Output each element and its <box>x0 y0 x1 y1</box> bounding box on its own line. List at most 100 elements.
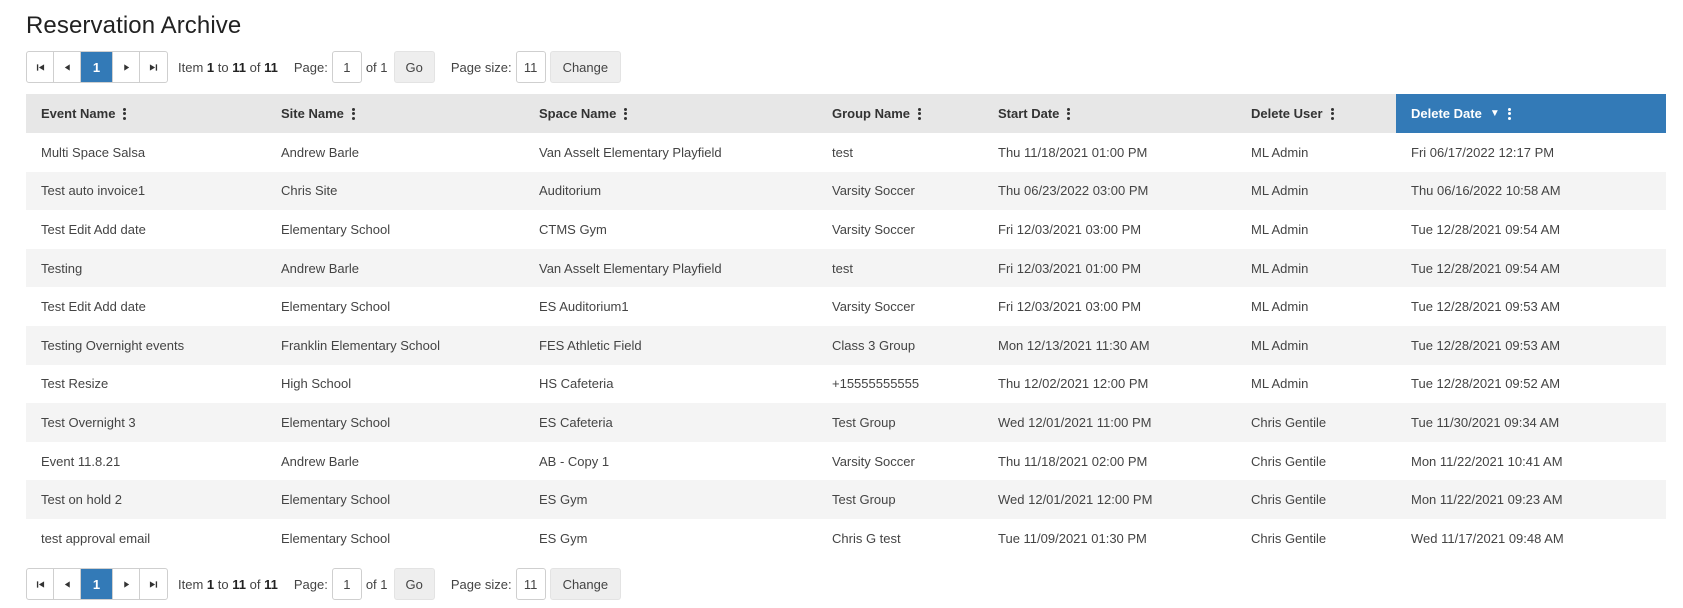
cell-delete-user: ML Admin <box>1236 287 1396 326</box>
column-header-site-name[interactable]: Site Name <box>266 94 524 133</box>
page-size-label: Page size: <box>450 59 512 75</box>
page-title: Reservation Archive <box>26 12 242 39</box>
current-page-button[interactable]: 1 <box>81 569 113 599</box>
cell-delete-date: Tue 12/28/2021 09:52 AM <box>1396 364 1666 404</box>
cell-start-date: Thu 11/18/2021 02:00 PM <box>983 441 1236 481</box>
item-range-text: Item 1 to 11 of 11 <box>178 576 278 592</box>
cell-delete-date: Mon 11/22/2021 09:23 AM <box>1396 480 1666 519</box>
table-row[interactable]: Test Edit Add date Elementary School CTM… <box>26 210 1666 249</box>
cell-space-name: Van Asselt Elementary Playfield <box>524 248 817 288</box>
cell-start-date: Thu 06/23/2022 03:00 PM <box>983 171 1236 211</box>
cell-start-date: Fri 12/03/2021 03:00 PM <box>983 210 1236 249</box>
column-menu-icon[interactable] <box>351 107 355 120</box>
last-page-button[interactable] <box>140 52 167 82</box>
last-page-icon <box>149 580 158 588</box>
cell-event-name: Test Edit Add date <box>26 210 266 249</box>
cell-site-name: Franklin Elementary School <box>266 325 524 365</box>
first-page-button[interactable] <box>27 52 54 82</box>
cell-site-name: Elementary School <box>266 518 524 558</box>
cell-delete-user: ML Admin <box>1236 133 1396 172</box>
table-row[interactable]: Test Resize High School HS Cafeteria +15… <box>26 364 1666 404</box>
page-number-input[interactable] <box>331 51 362 83</box>
cell-space-name: CTMS Gym <box>524 210 817 249</box>
column-menu-icon[interactable] <box>123 107 127 120</box>
column-menu-icon[interactable] <box>624 107 628 120</box>
page-size-input[interactable] <box>515 51 546 83</box>
previous-page-button[interactable] <box>54 52 81 82</box>
cell-event-name: Test on hold 2 <box>26 480 266 519</box>
cell-site-name: High School <box>266 364 524 404</box>
cell-event-name: Multi Space Salsa <box>26 133 266 172</box>
column-header-space-name[interactable]: Space Name <box>524 94 817 133</box>
next-page-button[interactable] <box>113 52 140 82</box>
column-header-event-name[interactable]: Event Name <box>26 94 266 133</box>
table-row[interactable]: Event 11.8.21 Andrew Barle AB - Copy 1 V… <box>26 441 1666 481</box>
cell-event-name: Test Resize <box>26 364 266 404</box>
page-count-text: of 1 <box>365 59 388 75</box>
next-page-button[interactable] <box>113 569 140 599</box>
pager-top: 1 Item 1 to 11 of 11 Page: of 1 Go Page … <box>26 51 622 83</box>
next-page-icon <box>123 63 129 71</box>
column-header-delete-user[interactable]: Delete User <box>1236 94 1396 133</box>
change-button[interactable]: Change <box>549 568 622 600</box>
cell-group-name: +15555555555 <box>817 364 983 404</box>
table-row[interactable]: test approval email Elementary School ES… <box>26 518 1666 558</box>
cell-group-name: Class 3 Group <box>817 325 983 365</box>
table-row[interactable]: Test on hold 2 Elementary School ES Gym … <box>26 480 1666 519</box>
cell-delete-user: ML Admin <box>1236 171 1396 211</box>
go-button[interactable]: Go <box>393 568 435 600</box>
cell-start-date: Mon 12/13/2021 11:30 AM <box>983 325 1236 365</box>
cell-space-name: ES Cafeteria <box>524 403 817 442</box>
previous-page-button[interactable] <box>54 569 81 599</box>
cell-space-name: ES Gym <box>524 518 817 558</box>
go-button[interactable]: Go <box>393 51 435 83</box>
cell-site-name: Elementary School <box>266 403 524 442</box>
current-page-button[interactable]: 1 <box>81 52 113 82</box>
page-label: Page: <box>293 576 328 592</box>
first-page-button[interactable] <box>27 569 54 599</box>
header-row: Event Name Site Name Space Name Group Na… <box>26 94 1666 133</box>
cell-start-date: Tue 11/09/2021 01:30 PM <box>983 518 1236 558</box>
cell-site-name: Elementary School <box>266 480 524 519</box>
column-menu-icon[interactable] <box>1067 107 1071 120</box>
column-menu-icon[interactable] <box>918 107 922 120</box>
cell-delete-date: Thu 06/16/2022 10:58 AM <box>1396 171 1666 211</box>
reservation-archive-table: Event Name Site Name Space Name Group Na… <box>26 94 1666 558</box>
column-menu-icon[interactable] <box>1507 107 1511 120</box>
cell-delete-date: Tue 12/28/2021 09:53 AM <box>1396 287 1666 326</box>
last-page-icon <box>149 63 158 71</box>
table-row[interactable]: Multi Space Salsa Andrew Barle Van Assel… <box>26 133 1666 172</box>
table-row[interactable]: Test auto invoice1 Chris Site Auditorium… <box>26 171 1666 211</box>
page-size-input[interactable] <box>515 568 546 600</box>
next-page-icon <box>123 580 129 588</box>
cell-site-name: Andrew Barle <box>266 441 524 481</box>
cell-site-name: Andrew Barle <box>266 248 524 288</box>
change-button[interactable]: Change <box>549 51 622 83</box>
cell-space-name: AB - Copy 1 <box>524 441 817 481</box>
page-number-input[interactable] <box>331 568 362 600</box>
column-menu-icon[interactable] <box>1330 107 1334 120</box>
pager-nav: 1 <box>26 568 168 600</box>
column-header-start-date[interactable]: Start Date <box>983 94 1236 133</box>
last-page-button[interactable] <box>140 569 167 599</box>
table-row[interactable]: Test Overnight 3 Elementary School ES Ca… <box>26 403 1666 442</box>
table-row[interactable]: Testing Andrew Barle Van Asselt Elementa… <box>26 248 1666 288</box>
cell-event-name: Testing <box>26 248 266 288</box>
first-page-icon <box>36 63 44 71</box>
pager-nav: 1 <box>26 51 168 83</box>
cell-delete-date: Wed 11/17/2021 09:48 AM <box>1396 518 1666 558</box>
item-range-text: Item 1 to 11 of 11 <box>178 59 278 75</box>
cell-site-name: Elementary School <box>266 210 524 249</box>
column-header-group-name[interactable]: Group Name <box>817 94 983 133</box>
page-count-text: of 1 <box>365 576 388 592</box>
cell-space-name: HS Cafeteria <box>524 364 817 404</box>
cell-space-name: ES Gym <box>524 480 817 519</box>
cell-space-name: Van Asselt Elementary Playfield <box>524 133 817 172</box>
cell-delete-date: Fri 06/17/2022 12:17 PM <box>1396 133 1666 172</box>
table-row[interactable]: Test Edit Add date Elementary School ES … <box>26 287 1666 326</box>
cell-start-date: Fri 12/03/2021 03:00 PM <box>983 287 1236 326</box>
cell-group-name: test <box>817 133 983 172</box>
table-row[interactable]: Testing Overnight events Franklin Elemen… <box>26 325 1666 365</box>
cell-delete-user: ML Admin <box>1236 210 1396 249</box>
column-header-delete-date[interactable]: Delete Date ▼ <box>1396 94 1666 133</box>
